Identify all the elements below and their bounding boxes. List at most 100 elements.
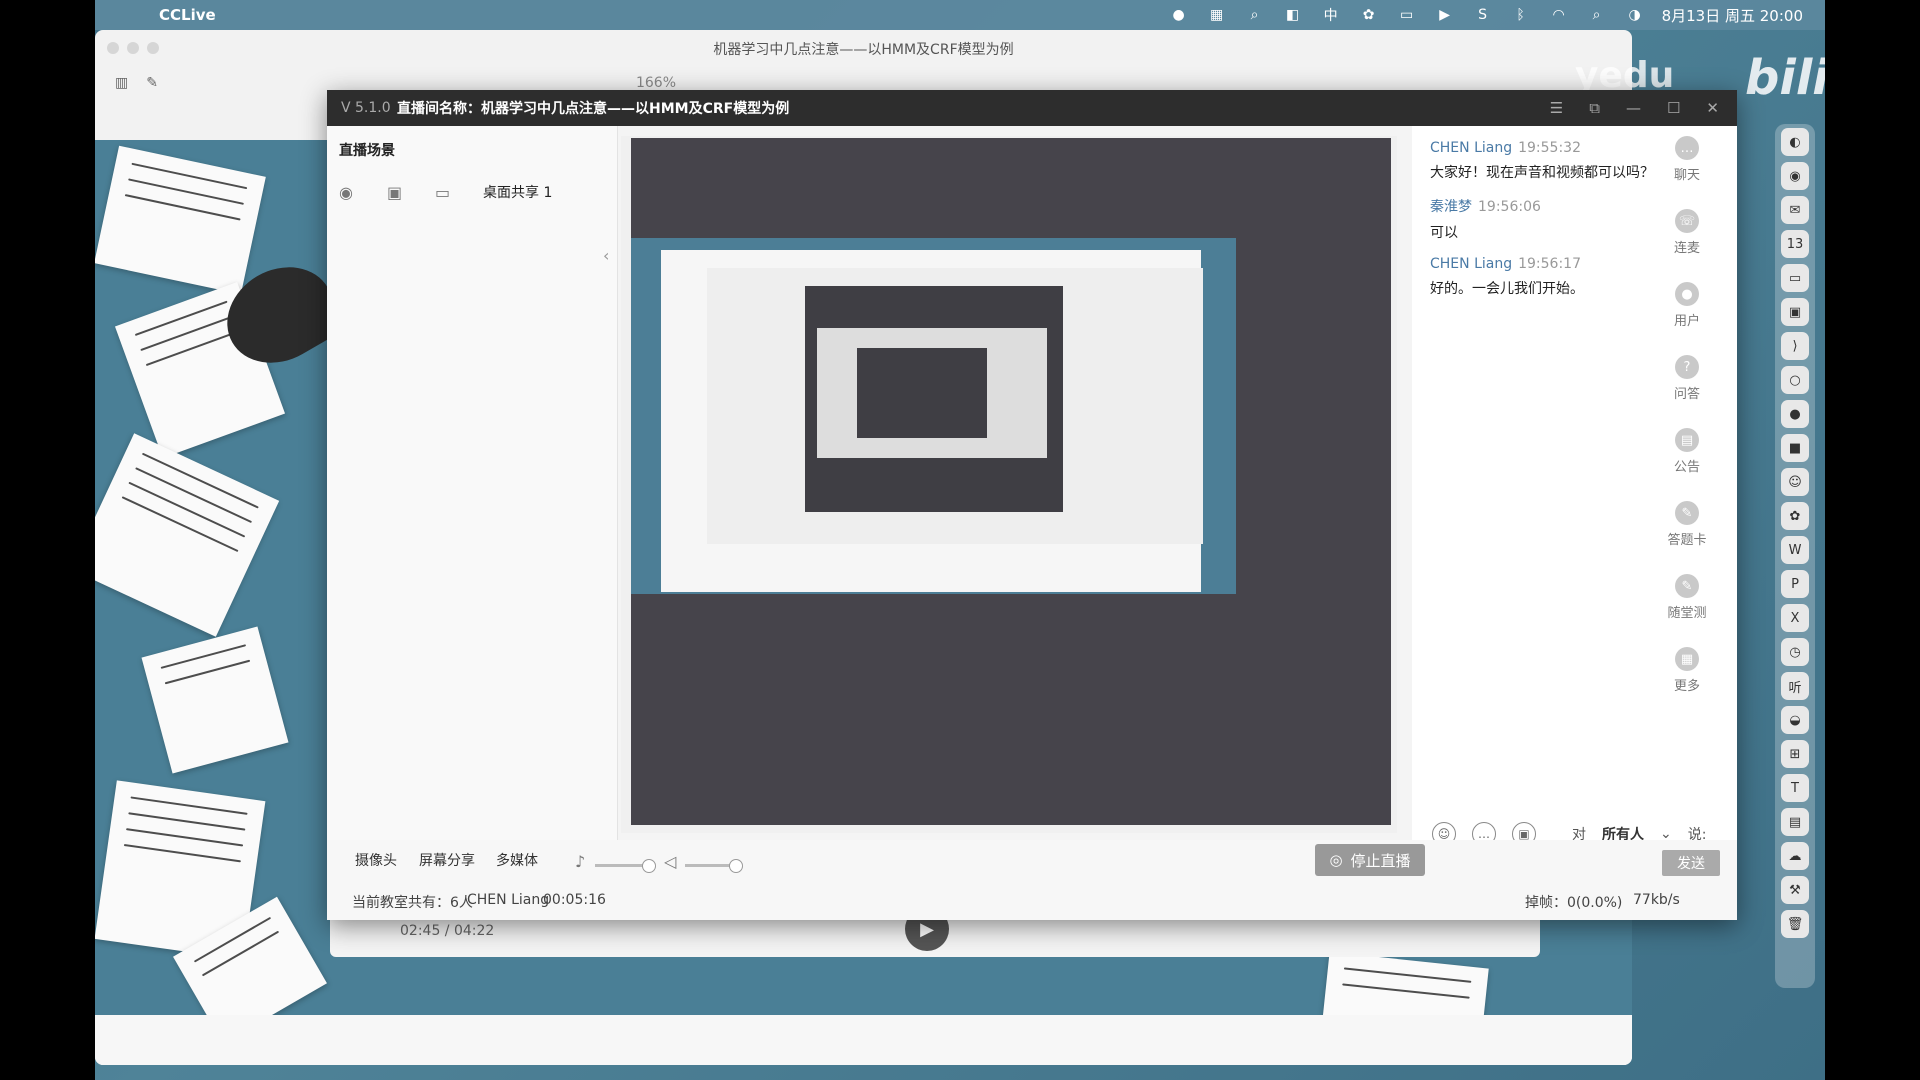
input-method-icon[interactable]: 中 — [1320, 6, 1342, 24]
lock-icon[interactable]: ▣ — [387, 183, 409, 202]
bus-icon[interactable]: ▤ — [1781, 808, 1809, 836]
network-icon[interactable]: ⊞ — [1781, 740, 1809, 768]
chat-sender: 秦淮梦 — [1430, 199, 1472, 215]
tab-quiz[interactable]: ✎ 随堂测 — [1667, 574, 1707, 621]
wifi-icon[interactable]: ◠ — [1548, 6, 1570, 24]
slider-knob[interactable] — [729, 859, 744, 873]
bluetooth-icon[interactable]: ᛒ — [1510, 6, 1532, 24]
background-window-titlebar: 机器学习中几点注意——以HMM及CRF模型为例 — [95, 30, 1632, 66]
bitrate: 77kb/s — [1633, 892, 1680, 908]
speaker-volume-slider[interactable] — [685, 859, 744, 873]
tab-mic[interactable]: ☏ 连麦 — [1674, 209, 1700, 256]
sidebar-toggle-icon[interactable]: ▥ — [115, 75, 128, 91]
desktop-share-icon: ▭ — [435, 182, 451, 202]
tab-announcement[interactable]: ▤ 公告 — [1674, 428, 1700, 475]
vscode-icon[interactable]: ⟩ — [1781, 332, 1809, 360]
chat-side-tabs: … 聊天 ☏ 连麦 ● 用户 ? 问答 ▤ 公告 ✎ 答题卡 ✎ 随堂测 ▦ 更多 — [1657, 136, 1717, 694]
word-icon[interactable]: W — [1781, 536, 1809, 564]
tab-qa[interactable]: ? 问答 — [1674, 355, 1700, 402]
powerpoint-icon[interactable]: P — [1781, 570, 1809, 598]
wechat-icon[interactable]: ✿ — [1358, 6, 1380, 24]
letterbox-left — [0, 0, 95, 1080]
chat-bubble-icon: … — [1674, 136, 1699, 160]
eye-icon[interactable]: ◉ — [339, 183, 361, 202]
keyboard-icon[interactable]: ▦ — [1206, 6, 1228, 24]
stop-live-button[interactable]: ◎ 停止直播 — [1315, 844, 1425, 876]
screen-icon[interactable]: ▭ — [1396, 6, 1418, 24]
microphone-icon[interactable]: ♪ — [575, 852, 585, 871]
wechat-dock-icon[interactable]: ✿ — [1781, 502, 1809, 530]
mic-volume-slider[interactable] — [595, 859, 656, 873]
screen-share-button[interactable]: 屏幕分享 — [419, 850, 475, 870]
drive-icon[interactable]: ▭ — [1781, 264, 1809, 292]
send-button[interactable]: 发送 — [1662, 850, 1720, 876]
user-icon: ● — [1674, 282, 1699, 306]
sync-icon[interactable]: S — [1472, 6, 1494, 24]
chrome-icon[interactable]: ◉ — [1781, 162, 1809, 190]
finder-icon[interactable]: ◐ — [1781, 128, 1809, 156]
zoom-level[interactable]: 166% — [636, 75, 676, 91]
listen-icon[interactable]: 听 — [1781, 672, 1809, 700]
letterbox-right — [1825, 0, 1920, 1080]
live-preview — [631, 138, 1391, 825]
multimedia-button[interactable]: 多媒体 — [496, 850, 538, 870]
spotlight-icon[interactable]: ⌕ — [1586, 6, 1608, 24]
menubar-app-name[interactable]: CCLive — [159, 6, 216, 24]
bilibili-watermark: bilibili — [1745, 50, 1825, 106]
edit-icon[interactable]: ✎ — [146, 75, 158, 91]
chat-sender: CHEN Liang — [1430, 140, 1513, 156]
mac-menubar: CCLive ● ▦ ⌕ ◧ 中 ✿ ▭ ▶ S ᛒ ◠ ⌕ ◑ 8月13日 周… — [95, 0, 1825, 30]
qq-icon[interactable]: ● — [1168, 6, 1190, 24]
mail-icon[interactable]: ✉ — [1781, 196, 1809, 224]
maximize-icon[interactable]: ☐ — [1667, 99, 1680, 117]
menubar-datetime[interactable]: 8月13日 周五 20:00 — [1662, 5, 1803, 26]
slider-knob[interactable] — [641, 859, 656, 873]
live-controls: 摄像头 屏幕分享 多媒体 ♪ ◁ ◎ 停止直播 发送 当前教室共有：6人 CHEN… — [327, 840, 1737, 920]
scene-panel-title: 直播场景 — [339, 143, 395, 159]
typora-icon[interactable]: T — [1781, 774, 1809, 802]
room-count: 当前教室共有：6人 — [352, 895, 473, 911]
evernote-icon[interactable]: ● — [1781, 400, 1809, 428]
quiz-icon: ✎ — [1674, 574, 1699, 598]
cclive-window: V 5.1.0 直播间名称：机器学习中几点注意——以HMM及CRF模型为例 ☰ … — [327, 90, 1737, 920]
excel-icon[interactable]: X — [1781, 604, 1809, 632]
cloud-icon[interactable]: ☁ — [1781, 842, 1809, 870]
question-icon: ? — [1674, 355, 1699, 379]
collapse-panel-icon[interactable]: ‹ — [603, 246, 609, 265]
menubar-tray: ● ▦ ⌕ ◧ 中 ✿ ▭ ▶ S ᛒ ◠ ⌕ ◑ 8月13日 周五 20:00 — [1168, 5, 1803, 26]
tab-chat[interactable]: … 聊天 — [1674, 136, 1700, 183]
phone-icon: ☏ — [1674, 209, 1699, 233]
scene-item[interactable]: ◉ ▣ ▭ 桌面共享 1 — [339, 182, 617, 202]
app-icon[interactable]: ○ — [1781, 366, 1809, 394]
background-window-footer — [95, 1015, 1632, 1065]
search-icon[interactable]: ⌕ — [1244, 6, 1266, 24]
play-icon[interactable]: ▶ — [1434, 6, 1456, 24]
xcode-icon[interactable]: ⚒ — [1781, 876, 1809, 904]
qq-dock-icon[interactable]: ☺ — [1781, 468, 1809, 496]
notes-icon[interactable]: ◧ — [1282, 6, 1304, 24]
preview-stage — [621, 136, 1397, 833]
paper-shape — [141, 626, 289, 774]
speaker-icon[interactable]: ◁ — [664, 852, 676, 871]
tab-users[interactable]: ● 用户 — [1674, 282, 1700, 329]
scene-label: 桌面共享 1 — [483, 185, 553, 201]
preview-nested-desktop — [631, 238, 1236, 594]
photos-icon[interactable]: ▣ — [1781, 298, 1809, 326]
announcement-icon: ▤ — [1674, 428, 1699, 452]
tab-more[interactable]: ▦ 更多 — [1674, 647, 1700, 694]
close-icon[interactable]: ✕ — [1706, 99, 1719, 117]
terminal-icon[interactable]: ■ — [1781, 434, 1809, 462]
github-icon[interactable]: ◒ — [1781, 706, 1809, 734]
camera-button[interactable]: 摄像头 — [355, 850, 397, 870]
chat-time: 19:55:32 — [1518, 140, 1581, 156]
minimize-icon[interactable]: — — [1626, 99, 1641, 117]
popout-icon[interactable]: ⧉ — [1589, 99, 1600, 117]
menu-icon[interactable]: ☰ — [1550, 99, 1563, 117]
speedtest-icon[interactable]: ◷ — [1781, 638, 1809, 666]
version-label: V 5.1.0 — [341, 100, 391, 116]
tab-answer-card[interactable]: ✎ 答题卡 — [1667, 501, 1707, 548]
trash-icon[interactable]: 🗑 — [1781, 910, 1809, 938]
control-center-icon[interactable]: ◑ — [1624, 6, 1646, 24]
calendar-icon[interactable]: 13 — [1781, 230, 1809, 258]
cclive-header: V 5.1.0 直播间名称：机器学习中几点注意——以HMM及CRF模型为例 ☰ … — [327, 90, 1737, 126]
